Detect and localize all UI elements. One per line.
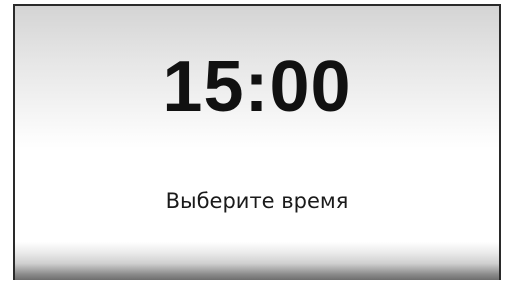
time-picker-screen[interactable]: 15:00 Выберите время [13, 4, 501, 280]
time-display[interactable]: 15:00 [15, 42, 499, 132]
select-time-label: Выберите время [165, 189, 349, 213]
